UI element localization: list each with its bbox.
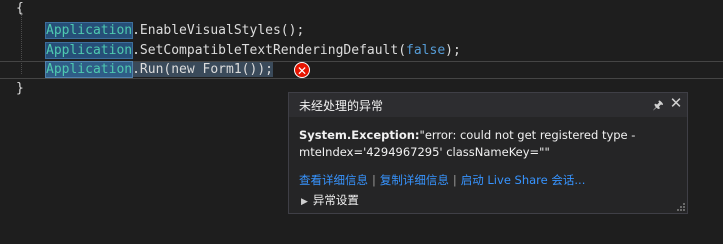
code-line-enable-visual-styles[interactable]: Application.EnableVisualStyles();	[44, 22, 305, 40]
exception-helper-popup: 未经处理的异常 🖈 ✕ System.Exception:"error: cou…	[288, 92, 688, 214]
code-line-close-brace: }	[16, 81, 24, 96]
class-name-token: Application	[44, 42, 134, 59]
code-token: );	[445, 43, 461, 58]
class-name-token: Application	[44, 61, 134, 78]
class-name-token: Application	[44, 22, 134, 39]
link-separator: |	[452, 173, 457, 187]
chevron-right-icon: ▶	[301, 197, 308, 207]
keyword-token: false	[406, 43, 446, 58]
exception-settings-label: 异常设置	[312, 193, 359, 207]
copy-details-link[interactable]: 复制详细信息	[380, 173, 449, 187]
exception-settings-toggle[interactable]: ▶ 异常设置	[301, 192, 359, 208]
exception-type: System.Exception:	[299, 128, 420, 142]
code-token: .SetCompatibleTextRenderingDefault(	[132, 43, 407, 58]
link-separator: |	[372, 173, 376, 187]
resize-grip-icon[interactable]	[677, 203, 685, 211]
code-line-application-run[interactable]: Application.Run(new Form1());	[44, 61, 273, 79]
view-details-link[interactable]: 查看详细信息	[299, 173, 368, 187]
popup-title: 未经处理的异常	[299, 99, 384, 113]
popup-header: 未经处理的异常 🖈 ✕	[289, 93, 687, 117]
pin-icon[interactable]: 🖈	[651, 96, 665, 117]
exception-message: System.Exception:"error: could not get r…	[299, 127, 679, 161]
close-icon[interactable]: ✕	[669, 94, 683, 112]
code-token: .EnableVisualStyles();	[132, 23, 305, 38]
start-live-share-link[interactable]: 启动 Live Share 会话...	[461, 173, 586, 187]
code-line-set-compatible-text-rendering[interactable]: Application.SetCompatibleTextRenderingDe…	[44, 42, 461, 60]
code-line-open-brace: {	[16, 1, 24, 16]
exception-actions: 查看详细信息 | 复制详细信息 | 启动 Live Share 会话...	[299, 172, 585, 188]
error-x-icon[interactable]: ✕	[294, 62, 310, 78]
code-token: .Run(new Form1());	[132, 62, 273, 77]
